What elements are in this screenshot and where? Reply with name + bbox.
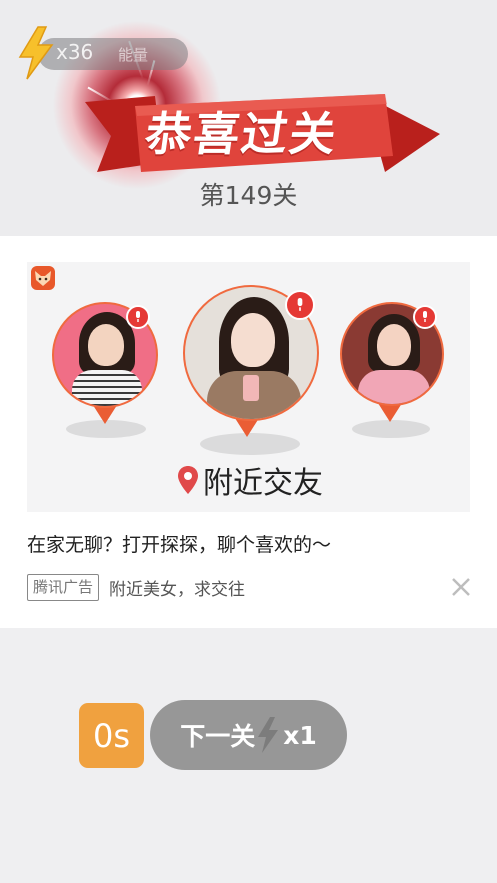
ad-source[interactable]: 附近美女，求交往 [109,575,245,600]
level-complete-title: 恭喜过关 [141,107,342,161]
location-pin-icon [178,466,198,494]
energy-tag: 能量 [118,46,149,64]
lightning-icon [258,717,279,753]
energy-count: x36 [56,40,94,64]
next-level-label: 下一关 [180,722,256,751]
mic-icon [413,305,437,329]
countdown-timer: 0s [79,703,144,768]
mic-icon [126,305,150,329]
ad-badge: 腾讯广告 [27,574,100,601]
nearby-dating-text: 附近交友 [203,466,323,501]
fox-app-icon [31,266,55,290]
ad-description[interactable]: 在家无聊？打开探探，聊个喜欢的～ [27,530,331,557]
close-icon[interactable] [450,576,472,598]
nearby-dating-label: 附近交友 [177,458,323,502]
mic-icon [285,290,315,320]
next-level-cost: x1 [283,720,317,750]
lightning-icon [18,26,54,80]
pin-shadow [352,420,430,438]
level-number: 第149关 [199,181,298,210]
next-level-button[interactable]: 下一关 x1 [150,700,347,770]
